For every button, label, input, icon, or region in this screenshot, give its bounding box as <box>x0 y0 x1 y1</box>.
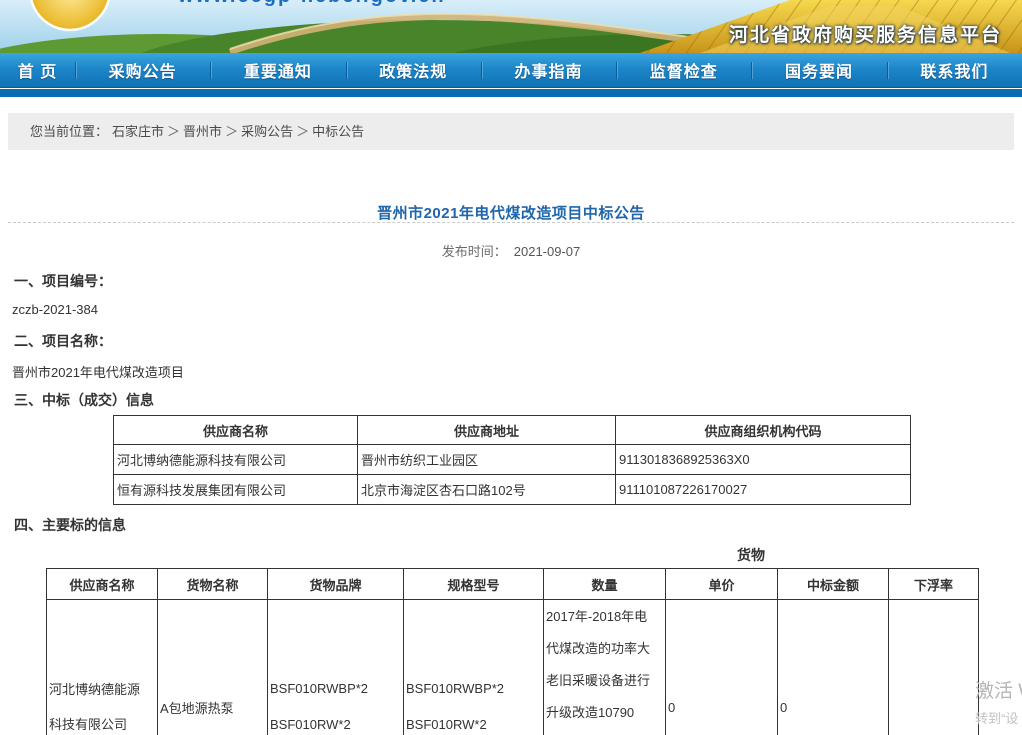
activation-watermark: 激活 W 转到“设 <box>975 676 1022 727</box>
cell-line: 北京市海淀区杏石口路102号 <box>361 480 615 499</box>
table-cell <box>889 600 979 735</box>
breadcrumb-separator: ＞ <box>225 124 238 139</box>
cell-line: 911101087226170027 <box>619 482 910 497</box>
project-name-value: 晋州市2021年电代煤改造项目 <box>12 362 184 381</box>
breadcrumb-link[interactable]: 中标公告 <box>312 124 364 139</box>
table-row: 恒有源科技发展集团有限公司北京市海淀区杏石口路102号 9111010872261… <box>114 475 911 505</box>
table-cell: 911101087226170027 <box>616 475 911 505</box>
column-header: 货物名称 <box>158 569 268 600</box>
section-heading-award-info: 三、中标（成交）信息 <box>14 390 154 410</box>
cell-line: 0 <box>668 700 777 715</box>
cell-line: BSF010RWBP*2 <box>270 671 403 707</box>
divider <box>8 222 1014 223</box>
section-heading-project-name: 二、项目名称： <box>14 331 112 351</box>
table-cell: 0 <box>666 600 778 735</box>
breadcrumb-label: 您当前位置： <box>30 124 108 139</box>
column-header: 数量 <box>544 569 666 600</box>
watermark-line2: 转到“设 <box>975 708 1022 727</box>
table-header-row: 供应商名称供应商地址供应商组织机构代码 <box>114 416 911 445</box>
section-heading-main-goods: 四、主要标的信息 <box>14 515 126 535</box>
cell-line: 河北博纳德能源 <box>49 672 157 707</box>
cell-line: A包地源热泵 <box>160 698 267 717</box>
table-header-row: 供应商名称货物名称货物品牌规格型号数量单价中标金额下浮率 <box>47 569 979 600</box>
nav-item[interactable]: 国务要闻 <box>751 53 886 87</box>
breadcrumb-link[interactable]: 晋州市 <box>183 124 222 139</box>
breadcrumb: 您当前位置：石家庄市＞晋州市＞采购公告＞中标公告 <box>8 113 1014 150</box>
project-number-value: zczb-2021-384 <box>12 302 98 317</box>
cell-line: 0 <box>780 700 888 715</box>
column-header: 中标金额 <box>778 569 889 600</box>
table-cell: 晋州市纺织工业园区 <box>358 445 616 475</box>
column-header: 规格型号 <box>404 569 544 600</box>
nav-item[interactable]: 联系我们 <box>887 53 1022 87</box>
table-cell: BSF010RWBP*2BSF010RW*2 <box>268 600 404 735</box>
cell-line: BSF010RW*2 <box>406 707 543 735</box>
cell-line: 9113018368925363X0 <box>619 452 910 467</box>
breadcrumb-items: 石家庄市＞晋州市＞采购公告＞中标公告 <box>112 124 364 139</box>
nav-item[interactable]: 政策法规 <box>346 53 481 87</box>
page-title: 晋州市2021年电代煤改造项目中标公告 <box>0 202 1022 223</box>
cell-line: 河北博纳德能源科技有限公司 <box>117 450 357 469</box>
table-cell: 恒有源科技发展集团有限公司 <box>114 475 358 505</box>
nav-item[interactable]: 首 页 <box>0 53 75 87</box>
column-header: 供应商地址 <box>358 416 616 445</box>
site-title: 河北省政府购买服务信息平台 <box>729 20 1002 47</box>
watermark-line1: 激活 W <box>975 676 1022 703</box>
award-info-table: 供应商名称供应商地址供应商组织机构代码 河北博纳德能源科技有限公司晋州市纺织工业… <box>113 415 911 505</box>
column-header: 单价 <box>666 569 778 600</box>
table-cell: BSF010RWBP*2BSF010RW*2 <box>404 600 544 735</box>
table-cell: A包地源热泵 <box>158 600 268 735</box>
column-header: 供应商名称 <box>114 416 358 445</box>
nav-item[interactable]: 监督检查 <box>616 53 751 87</box>
goods-table-caption: 货物 <box>737 545 765 565</box>
nav-accent-strip <box>0 89 1022 97</box>
table-cell: 9113018368925363X0 <box>616 445 911 475</box>
header-banner: www.ccgp-hebei.gov.cn 河北省政府购买服务信息平台 <box>0 0 1022 53</box>
cell-line: 晋州市纺织工业园区 <box>361 450 615 469</box>
section-heading-project-number: 一、项目编号： <box>14 271 112 291</box>
table-cell: 0 <box>778 600 889 735</box>
goods-detail-table: 供应商名称货物名称货物品牌规格型号数量单价中标金额下浮率 河北博纳德能源科技有限… <box>46 568 979 735</box>
breadcrumb-link[interactable]: 采购公告 <box>241 124 293 139</box>
cell-line: 升级改造10790 <box>546 697 665 729</box>
table-row: 河北博纳德能源科技有限公司晋州市纺织工业园区 9113018368925363X0 <box>114 445 911 475</box>
nav-item[interactable]: 重要通知 <box>210 53 345 87</box>
cell-line: BSF010RW*2 <box>270 707 403 735</box>
column-header: 供应商组织机构代码 <box>616 416 911 445</box>
column-header: 货物品牌 <box>268 569 404 600</box>
nav-item[interactable]: 采购公告 <box>75 53 210 87</box>
publish-label: 发布时间： <box>442 244 507 259</box>
cell-line: 科技有限公司 <box>49 707 157 735</box>
page: www.ccgp-hebei.gov.cn 河北省政府购买服务信息平台 首 页采… <box>0 0 1022 735</box>
column-header: 供应商名称 <box>47 569 158 600</box>
site-url-text: www.ccgp-hebei.gov.cn <box>178 0 446 8</box>
cell-line: BSF010RWBP*2 <box>406 671 543 707</box>
cell-line: 代煤改造的功率大 <box>546 633 665 665</box>
publish-time: 发布时间： 2021-09-07 <box>0 241 1022 260</box>
table-cell: 河北博纳德能源科技有限公司 <box>47 600 158 735</box>
table-cell: 2017年-2018年电代煤改造的功率大老旧采暖设备进行升级改造10790户，2… <box>544 600 666 735</box>
table-cell: 北京市海淀区杏石口路102号 <box>358 475 616 505</box>
publish-date: 2021-09-07 <box>514 244 581 259</box>
breadcrumb-link[interactable]: 石家庄市 <box>112 124 164 139</box>
cell-line: 2017年-2018年电 <box>546 601 665 633</box>
nav-item[interactable]: 办事指南 <box>481 53 616 87</box>
table-row: 河北博纳德能源科技有限公司A包地源热泵BSF010RWBP*2BSF010RW*… <box>47 600 979 735</box>
cell-line: 户，2021年查漏补 <box>546 729 665 735</box>
table-cell: 河北博纳德能源科技有限公司 <box>114 445 358 475</box>
cell-line: 恒有源科技发展集团有限公司 <box>117 480 357 499</box>
breadcrumb-separator: ＞ <box>167 124 180 139</box>
main-nav: 首 页采购公告重要通知政策法规办事指南监督检查国务要闻联系我们 <box>0 53 1022 88</box>
cell-line: 老旧采暖设备进行 <box>546 665 665 697</box>
breadcrumb-separator: ＞ <box>296 124 309 139</box>
column-header: 下浮率 <box>889 569 979 600</box>
